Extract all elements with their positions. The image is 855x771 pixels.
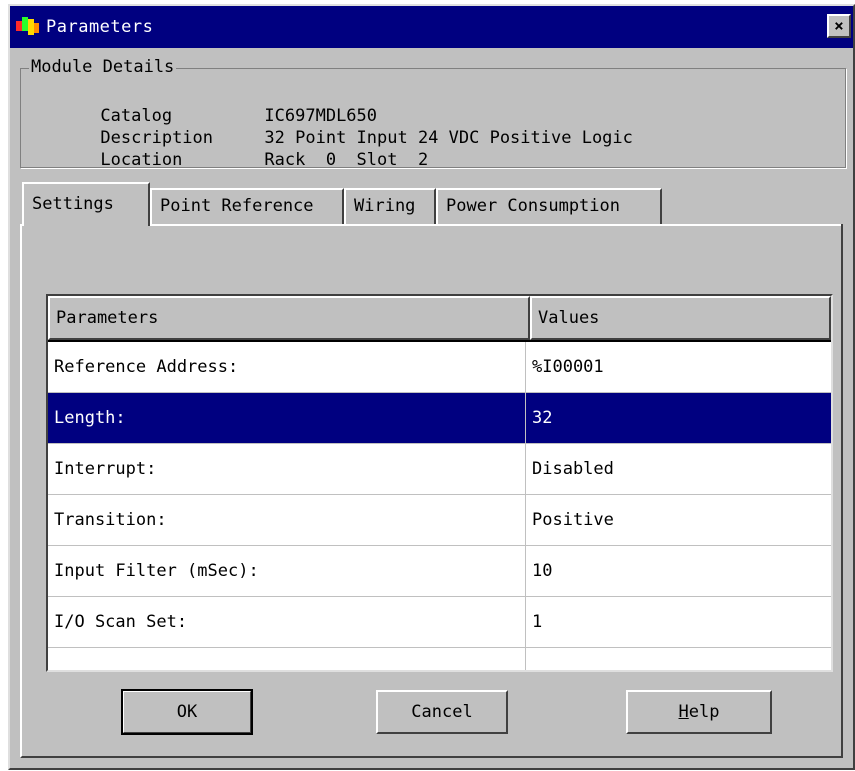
value-cell[interactable]: 10 xyxy=(526,546,826,596)
location-label: Location xyxy=(100,150,183,170)
value-cell[interactable]: Positive xyxy=(526,495,826,545)
parameter-cell: Length: xyxy=(48,393,526,443)
column-header-parameters[interactable]: Parameters xyxy=(48,296,530,340)
grid-body: Reference Address: %I00001 Length: 32 In… xyxy=(48,340,831,670)
table-row[interactable]: I/O Scan Set: 1 xyxy=(48,597,831,648)
tab-power-consumption[interactable]: Power Consumption xyxy=(436,188,662,224)
column-header-values[interactable]: Values xyxy=(530,296,831,340)
table-row[interactable] xyxy=(48,648,831,670)
table-row[interactable]: Interrupt: Disabled xyxy=(48,444,831,495)
parameter-cell: Interrupt: xyxy=(48,444,526,494)
parameter-cell: Input Filter (mSec): xyxy=(48,546,526,596)
tab-settings[interactable]: Settings xyxy=(22,182,150,226)
parameter-cell: I/O Scan Set: xyxy=(48,597,526,647)
app-icon xyxy=(16,15,40,39)
parameters-grid[interactable]: Parameters Values Reference Address: %I0… xyxy=(46,294,833,672)
cancel-button[interactable]: Cancel xyxy=(376,690,508,734)
value-cell[interactable] xyxy=(526,648,826,670)
parameter-cell: Reference Address: xyxy=(48,342,526,392)
table-row[interactable]: Transition: Positive xyxy=(48,495,831,546)
parameter-cell: Transition: xyxy=(48,495,526,545)
parameters-dialog: Parameters × Module Details Catalog IC697… xyxy=(8,4,855,770)
location-value: Rack 0 Slot 2 xyxy=(264,150,429,170)
grid-header: Parameters Values xyxy=(48,296,831,340)
table-row[interactable]: Reference Address: %I00001 xyxy=(48,342,831,393)
help-accelerator: H xyxy=(678,702,689,722)
value-cell[interactable]: %I00001 xyxy=(526,342,826,392)
close-icon: × xyxy=(834,16,844,35)
title-bar[interactable]: Parameters × xyxy=(10,6,853,48)
table-row[interactable]: Length: 32 xyxy=(48,393,831,444)
tab-point-reference[interactable]: Point Reference xyxy=(150,188,344,224)
module-details-legend: Module Details xyxy=(29,57,177,77)
value-cell[interactable]: 1 xyxy=(526,597,826,647)
value-cell[interactable]: Disabled xyxy=(526,444,826,494)
window-title: Parameters xyxy=(46,17,154,37)
ok-button[interactable]: OK xyxy=(121,689,253,735)
tab-wiring[interactable]: Wiring xyxy=(344,188,436,224)
help-label: elp xyxy=(688,702,720,722)
close-button[interactable]: × xyxy=(827,14,851,38)
table-row[interactable]: Input Filter (mSec): 10 xyxy=(48,546,831,597)
parameter-cell xyxy=(48,648,526,670)
module-details-group: Module Details Catalog IC697MDL650 Descri… xyxy=(20,57,846,170)
help-button[interactable]: Help xyxy=(626,690,772,734)
value-cell[interactable]: 32 xyxy=(526,393,826,443)
